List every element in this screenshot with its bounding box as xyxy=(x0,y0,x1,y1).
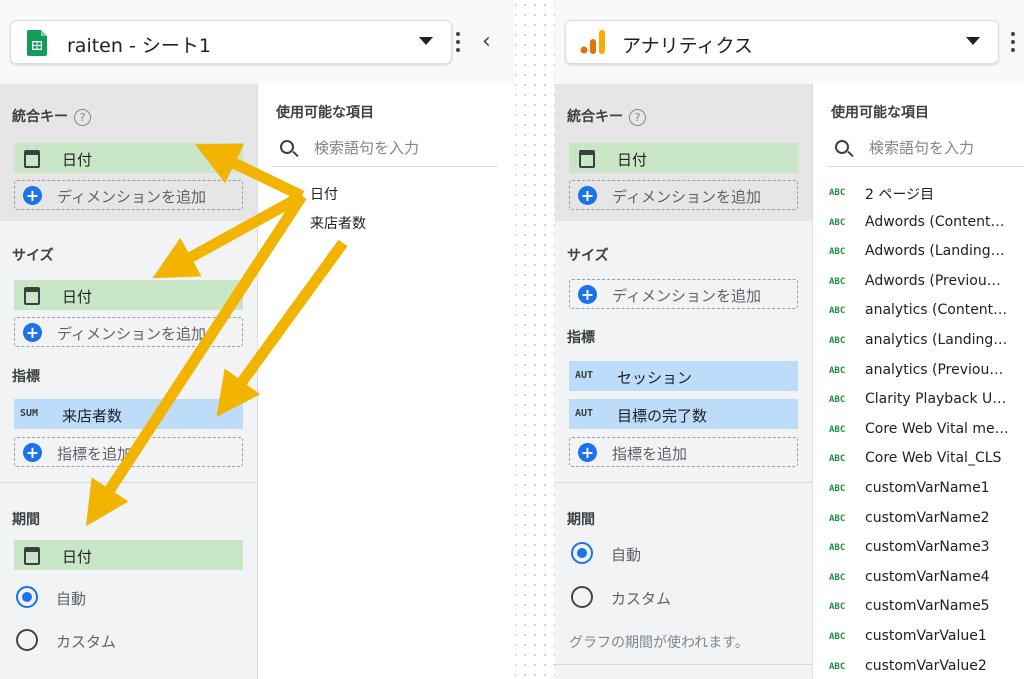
sheets-icon xyxy=(27,30,47,56)
left-available-fields-column: 使用可能な項目 日付 来店者数 xyxy=(258,84,515,679)
plus-icon: + xyxy=(23,186,42,205)
right-period-title: 期間 xyxy=(567,512,595,528)
left-metric-chip[interactable]: SUM 来店者数 xyxy=(14,399,243,429)
right-join-key-chip[interactable]: 日付 xyxy=(569,143,798,173)
left-period-custom-radio[interactable] xyxy=(16,629,38,651)
metric-aggregation-badge: AUT xyxy=(575,370,594,381)
divider xyxy=(555,664,812,665)
calendar-icon xyxy=(24,150,40,168)
right-metric-chip[interactable]: AUT 目標の完了数 xyxy=(569,399,798,429)
right-field-search[interactable] xyxy=(827,134,1024,167)
text-type-badge: ABC xyxy=(829,484,846,494)
right-datasource-name: アナリティクス xyxy=(622,35,753,57)
right-available-fields-title: 使用可能な項目 xyxy=(831,105,929,121)
left-field-search[interactable] xyxy=(272,134,498,167)
left-config-column: 統合キー? 日付 + ディメンションを追加 サイズ 日付 + ディメンションを追… xyxy=(0,84,258,679)
right-dropdown-arrow-icon[interactable] xyxy=(966,37,980,45)
right-config-column: 統合キー? 日付 + ディメンションを追加 サイズ + ディメンションを追加 指… xyxy=(555,84,813,679)
text-type-badge: ABC xyxy=(829,306,846,317)
plus-icon: + xyxy=(578,285,597,304)
right-available-fields-column: 使用可能な項目 ABC2 ページ目ABCAdwords (Content…ABC… xyxy=(813,84,1024,679)
plus-icon: + xyxy=(578,186,597,205)
divider xyxy=(0,482,257,483)
left-datasource-name: raiten - シート1 xyxy=(67,35,211,57)
right-search-input[interactable] xyxy=(867,138,1024,158)
plus-icon: + xyxy=(578,443,597,462)
left-datasource-select[interactable]: raiten - シート1 xyxy=(10,20,452,64)
divider xyxy=(555,482,812,483)
analytics-icon xyxy=(580,30,605,54)
right-period-auto-label: 自動 xyxy=(611,546,642,564)
right-more-options-icon[interactable] xyxy=(1011,32,1015,52)
metric-aggregation-badge: SUM xyxy=(20,408,39,419)
left-dropdown-arrow-icon[interactable] xyxy=(419,37,433,45)
left-more-options-icon[interactable] xyxy=(456,32,460,52)
calendar-icon xyxy=(24,547,40,565)
text-type-badge: ABC xyxy=(829,276,846,287)
text-type-badge: ABC xyxy=(829,602,846,613)
text-type-badge: ABC xyxy=(829,661,846,672)
right-size-title: サイズ xyxy=(567,248,609,264)
left-add-metric[interactable]: + 指標を追加 xyxy=(14,437,243,467)
left-data-source-panel: raiten - シート1 ‹ 統合キー? 日付 + ディメンションを追加 サイ… xyxy=(0,0,515,679)
text-type-badge: ABC xyxy=(829,188,846,198)
text-type-badge: ABC xyxy=(829,572,846,583)
left-period-chip[interactable]: 日付 xyxy=(14,540,243,570)
text-type-badge: ABC xyxy=(829,217,846,228)
left-join-key-chip[interactable]: 日付 xyxy=(14,143,243,173)
search-icon xyxy=(835,140,849,154)
left-search-input[interactable] xyxy=(312,138,496,158)
text-type-badge: ABC xyxy=(829,454,846,465)
left-period-custom-label: カスタム xyxy=(56,633,117,651)
right-join-key-add-dimension[interactable]: + ディメンションを追加 xyxy=(569,180,798,210)
help-icon[interactable]: ? xyxy=(74,108,91,126)
right-datasource-select[interactable]: アナリティクス xyxy=(565,20,999,64)
right-add-metric[interactable]: + 指標を追加 xyxy=(569,437,798,467)
plus-icon: + xyxy=(23,443,42,462)
left-header: raiten - シート1 ‹ xyxy=(0,0,515,85)
text-type-badge: ABC xyxy=(829,247,846,258)
left-join-key-add-dimension[interactable]: + ディメンションを追加 xyxy=(14,180,243,210)
plus-icon: + xyxy=(23,323,42,342)
left-join-key-title: 統合キー? xyxy=(12,106,91,126)
right-join-key-title: 統合キー? xyxy=(567,106,646,126)
right-header: アナリティクス xyxy=(555,0,1024,85)
text-type-badge: ABC xyxy=(829,632,846,642)
calendar-icon xyxy=(579,150,595,168)
left-period-title: 期間 xyxy=(12,512,40,528)
right-period-custom-label: カスタム xyxy=(611,590,672,608)
right-metrics-title: 指標 xyxy=(567,330,595,346)
left-period-auto-label: 自動 xyxy=(56,590,87,608)
left-size-chip[interactable]: 日付 xyxy=(14,280,243,310)
text-type-badge: ABC xyxy=(829,336,846,346)
text-type-badge: ABC xyxy=(829,513,846,524)
text-type-badge: ABC xyxy=(829,424,846,435)
calendar-icon xyxy=(24,287,40,305)
right-data-source-panel: アナリティクス 統合キー? 日付 + ディメンションを追加 サイズ + ディメン… xyxy=(555,0,1024,679)
help-icon[interactable]: ? xyxy=(629,108,646,126)
left-size-add-dimension[interactable]: + ディメンションを追加 xyxy=(14,317,243,347)
right-period-note: グラフの期間が使われます。 xyxy=(569,635,749,651)
left-size-title: サイズ xyxy=(12,248,54,264)
left-period-auto-radio[interactable] xyxy=(16,586,38,608)
left-available-fields-title: 使用可能な項目 xyxy=(276,105,374,121)
collapse-panel-icon[interactable]: ‹ xyxy=(482,31,491,53)
text-type-badge: ABC xyxy=(829,395,846,406)
right-period-auto-radio[interactable] xyxy=(571,542,593,564)
left-metrics-title: 指標 xyxy=(12,369,40,385)
right-size-add-dimension[interactable]: + ディメンションを追加 xyxy=(569,279,798,309)
search-icon xyxy=(280,140,294,154)
right-period-custom-radio[interactable] xyxy=(571,586,593,608)
right-metric-chip[interactable]: AUT セッション xyxy=(569,361,798,391)
text-type-badge: ABC xyxy=(829,543,846,554)
text-type-badge: ABC xyxy=(829,365,846,376)
metric-aggregation-badge: AUT xyxy=(575,408,594,419)
